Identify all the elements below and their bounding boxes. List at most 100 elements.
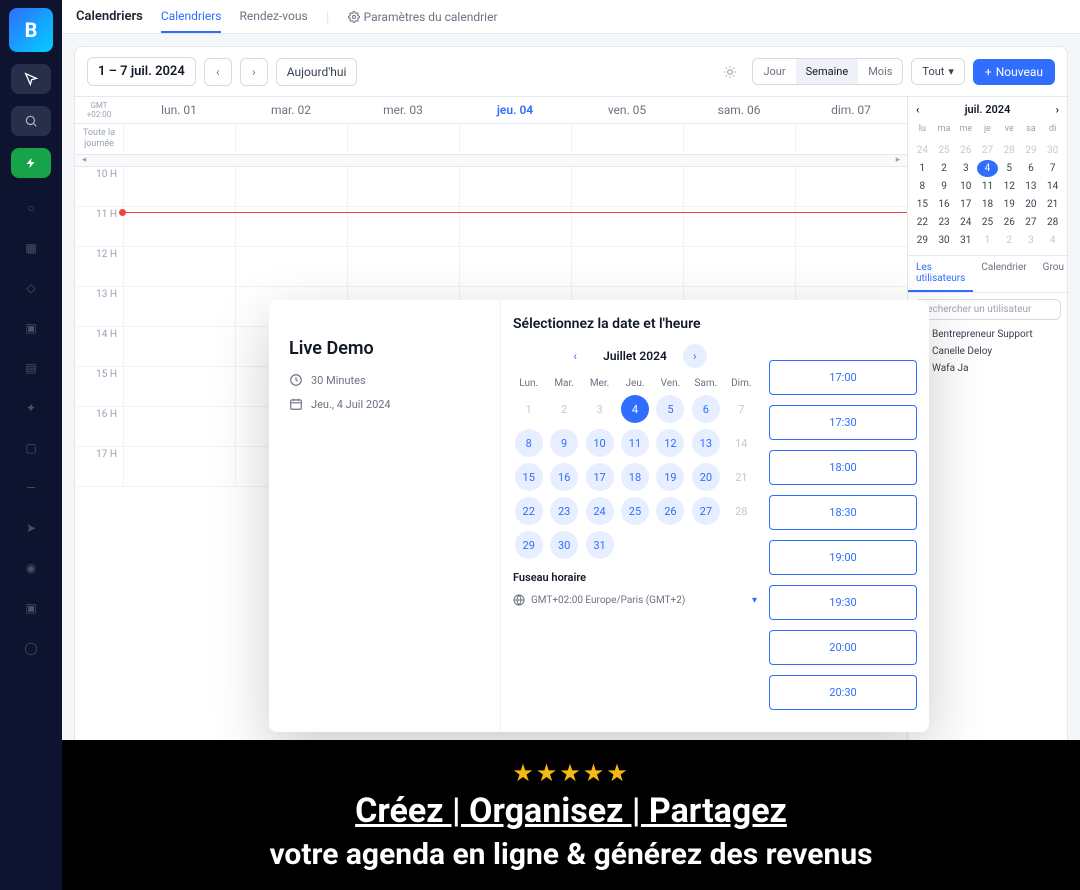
mini-day[interactable]: 4	[977, 160, 998, 177]
picker-day[interactable]: 18	[621, 463, 649, 491]
rail-icon-3[interactable]: ◇	[21, 278, 41, 298]
mini-day[interactable]: 2	[999, 232, 1020, 249]
picker-day[interactable]: 3	[586, 395, 614, 423]
picker-day[interactable]: 30	[550, 531, 578, 559]
mini-day[interactable]: 29	[912, 232, 933, 249]
picker-day[interactable]: 12	[656, 429, 684, 457]
hour-cell[interactable]	[571, 247, 683, 286]
mini-day[interactable]: 30	[1042, 142, 1063, 159]
side-tab-calendar[interactable]: Calendrier	[973, 256, 1034, 292]
mini-day[interactable]: 25	[934, 142, 955, 159]
hour-cell[interactable]	[123, 367, 235, 406]
side-tab-groups[interactable]: Grou	[1035, 256, 1067, 292]
time-slot[interactable]: 17:00	[769, 360, 917, 395]
picker-day[interactable]: 16	[550, 463, 578, 491]
mini-day[interactable]: 5	[999, 160, 1020, 177]
picker-day[interactable]: 25	[621, 497, 649, 525]
rail-icon-9[interactable]: ➤	[21, 518, 41, 538]
rail-icon-12[interactable]: ◯	[21, 638, 41, 658]
picker-day[interactable]: 1	[515, 395, 543, 423]
time-slot[interactable]: 19:30	[769, 585, 917, 620]
next-week-button[interactable]: ›	[240, 58, 268, 86]
mini-day[interactable]: 7	[1042, 160, 1063, 177]
picker-day[interactable]: 2	[550, 395, 578, 423]
mini-day[interactable]: 24	[955, 214, 976, 231]
hour-cell[interactable]	[123, 247, 235, 286]
time-slot[interactable]: 20:30	[769, 675, 917, 710]
picker-day[interactable]: 10	[586, 429, 614, 457]
picker-day[interactable]: 15	[515, 463, 543, 491]
mini-day[interactable]: 17	[955, 196, 976, 213]
day-header[interactable]: sam. 06	[683, 97, 795, 123]
rail-icon-5[interactable]: ▤	[21, 358, 41, 378]
mini-day[interactable]: 27	[977, 142, 998, 159]
hour-cell[interactable]	[459, 167, 571, 206]
tz-select[interactable]: GMT+02:00 Europe/Paris (GMT+2) ▾	[513, 590, 757, 610]
time-slot[interactable]: 19:00	[769, 540, 917, 575]
picker-day[interactable]: 9	[550, 429, 578, 457]
day-header[interactable]: lun. 01	[123, 97, 235, 123]
picker-day[interactable]: 6	[692, 395, 720, 423]
picker-day[interactable]: 14	[727, 429, 755, 457]
rail-icon-10[interactable]: ◉	[21, 558, 41, 578]
hour-cell[interactable]	[347, 247, 459, 286]
filter-all[interactable]: Tout ▾	[911, 58, 965, 85]
mini-day[interactable]: 8	[912, 178, 933, 195]
hour-cell[interactable]	[683, 167, 795, 206]
today-button[interactable]: Aujourd'hui	[276, 58, 358, 86]
hour-cell[interactable]	[123, 407, 235, 446]
mini-day[interactable]: 22	[912, 214, 933, 231]
mini-day[interactable]: 28	[999, 142, 1020, 159]
mini-day[interactable]: 16	[934, 196, 955, 213]
mini-day[interactable]: 26	[955, 142, 976, 159]
user-row[interactable]: Bentrepreneur Support	[908, 326, 1067, 343]
rail-icon-8[interactable]: —	[21, 478, 41, 498]
rail-icon-11[interactable]: ▣	[21, 598, 41, 618]
day-header[interactable]: jeu. 04	[459, 97, 571, 123]
hour-cell[interactable]	[347, 167, 459, 206]
picker-day[interactable]: 23	[550, 497, 578, 525]
picker-next[interactable]: ›	[683, 344, 707, 368]
view-day[interactable]: Jour	[753, 59, 795, 84]
picker-day[interactable]: 27	[692, 497, 720, 525]
mini-day[interactable]: 31	[955, 232, 976, 249]
mini-day[interactable]: 13	[1021, 178, 1042, 195]
hour-cell[interactable]	[235, 167, 347, 206]
rail-icon-7[interactable]: ▢	[21, 438, 41, 458]
mini-day[interactable]: 3	[1021, 232, 1042, 249]
mini-day[interactable]: 2	[934, 160, 955, 177]
mini-day[interactable]: 9	[934, 178, 955, 195]
picker-day[interactable]: 13	[692, 429, 720, 457]
search-user-input[interactable]: Rechercher un utilisateur	[914, 299, 1061, 320]
mini-day[interactable]: 14	[1042, 178, 1063, 195]
mini-day[interactable]: 18	[977, 196, 998, 213]
hour-cell[interactable]	[459, 247, 571, 286]
mini-day[interactable]: 29	[1021, 142, 1042, 159]
user-row[interactable]: Wafa Ja	[908, 360, 1067, 377]
hour-cell[interactable]	[795, 247, 907, 286]
rail-icon-6[interactable]: ✦	[21, 398, 41, 418]
mini-prev[interactable]: ‹	[916, 103, 919, 116]
picker-day[interactable]: 8	[515, 429, 543, 457]
date-range[interactable]: 1 – 7 juil. 2024	[87, 57, 196, 86]
time-slot[interactable]: 18:30	[769, 495, 917, 530]
day-header[interactable]: ven. 05	[571, 97, 683, 123]
user-row[interactable]: Canelle Deloy	[908, 343, 1067, 360]
mini-next[interactable]: ›	[1056, 103, 1059, 116]
picker-prev[interactable]: ‹	[563, 344, 587, 368]
mini-day[interactable]: 30	[934, 232, 955, 249]
mini-day[interactable]: 12	[999, 178, 1020, 195]
mini-day[interactable]: 19	[999, 196, 1020, 213]
rail-search-button[interactable]	[11, 106, 51, 136]
picker-day[interactable]: 7	[727, 395, 755, 423]
mini-day[interactable]: 25	[977, 214, 998, 231]
time-slot[interactable]: 18:00	[769, 450, 917, 485]
time-slot[interactable]: 17:30	[769, 405, 917, 440]
scroll-left[interactable]: ◂	[75, 155, 93, 166]
side-tab-users[interactable]: Les utilisateurs	[908, 256, 973, 292]
mini-day[interactable]: 23	[934, 214, 955, 231]
mini-day[interactable]: 6	[1021, 160, 1042, 177]
picker-day[interactable]: 28	[727, 497, 755, 525]
picker-day[interactable]: 21	[727, 463, 755, 491]
rail-cursor-button[interactable]	[11, 64, 51, 94]
